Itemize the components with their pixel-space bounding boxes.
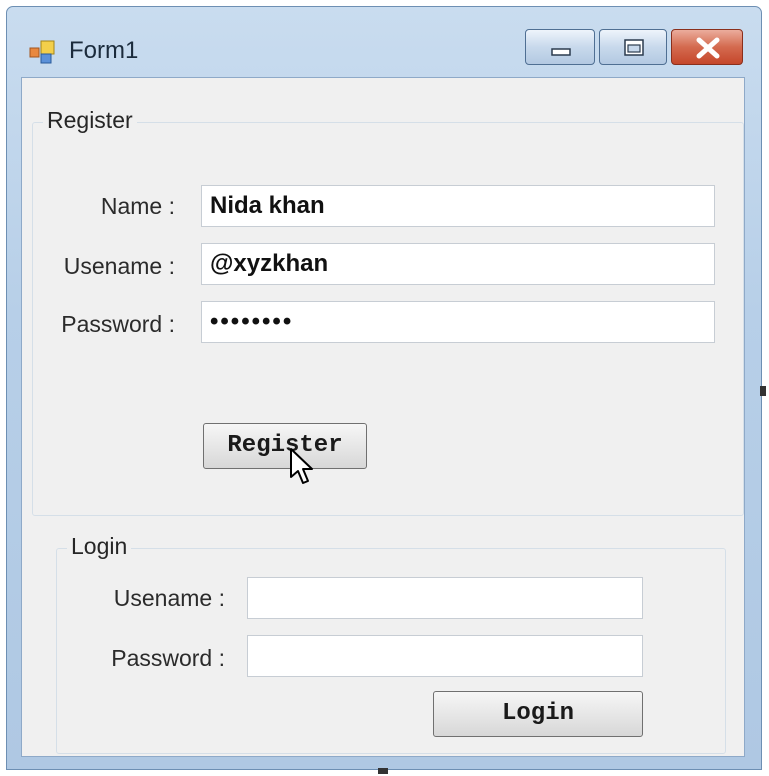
password-label: Password : — [61, 311, 175, 337]
username-label: Usename : — [63, 253, 175, 279]
login-password-input[interactable] — [247, 635, 643, 677]
maximize-button[interactable] — [599, 29, 667, 65]
title-bar[interactable]: Form1 — [7, 7, 761, 79]
mouse-pointer-icon — [289, 447, 317, 487]
minimize-button[interactable] — [525, 29, 595, 65]
login-username-label: Usename : — [113, 585, 225, 611]
form-window: Form1 Register Name: Nida khan Usename … — [6, 6, 762, 770]
name-label: Name : — [100, 193, 175, 219]
login-group-label: Login — [67, 533, 132, 560]
login-password-label: Password : — [111, 645, 225, 671]
window-title: Form1 — [69, 37, 139, 64]
resize-handle[interactable] — [760, 386, 766, 396]
name-input[interactable]: Nida khan — [201, 185, 715, 227]
login-button[interactable]: Login — [433, 691, 643, 737]
form-app-icon[interactable] — [29, 39, 57, 65]
password-input[interactable]: •••••••• — [201, 301, 715, 343]
close-button[interactable] — [671, 29, 743, 65]
form-client-area: Register Name : Nida khan Usename : @xyz… — [21, 77, 745, 757]
register-group: Register Name : Nida khan Usename : @xyz… — [32, 107, 744, 516]
login-username-input[interactable] — [247, 577, 643, 619]
register-button[interactable]: Register — [203, 423, 367, 469]
login-group: Login Usename : Password : Login — [56, 533, 726, 754]
username-input[interactable]: @xyzkhan — [201, 243, 715, 285]
resize-handle-bottom[interactable] — [378, 768, 388, 774]
register-group-label: Register — [43, 107, 137, 134]
